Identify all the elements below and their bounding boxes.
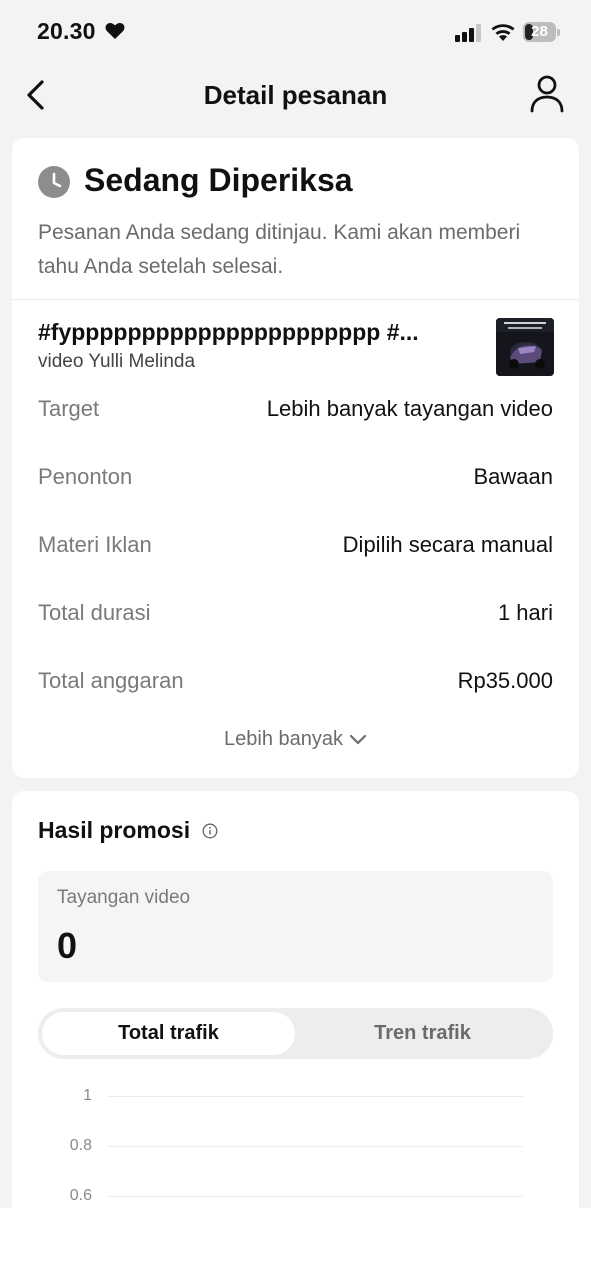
order-status-title: Sedang Diperiksa	[84, 162, 353, 198]
metric-label: Tayangan video	[57, 887, 191, 908]
navigation-bar: Detail pesanan	[0, 62, 591, 128]
wifi-icon	[491, 24, 515, 41]
y-tick-label: 1	[83, 1087, 92, 1104]
detail-value: Dipilih secara manual	[342, 532, 553, 557]
detail-row-ad-material: Materi Iklan Dipilih secara manual	[38, 532, 553, 562]
video-author: video Yulli Melinda	[38, 351, 196, 372]
order-card: Sedang Diperiksa Pesanan Anda sedang dit…	[12, 138, 579, 778]
detail-value: Lebih banyak tayangan video	[266, 396, 553, 421]
bottom-area	[0, 1208, 591, 1280]
status-time: 20.30	[37, 18, 96, 44]
detail-label: Materi Iklan	[38, 532, 152, 557]
heart-icon	[105, 22, 125, 39]
detail-value: Bawaan	[473, 464, 553, 489]
detail-row-duration: Total durasi 1 hari	[38, 600, 553, 630]
order-status-description: Pesanan Anda sedang ditinjau. Kami akan …	[38, 221, 521, 278]
y-tick-label: 0.6	[69, 1187, 92, 1204]
tab-traffic-trend[interactable]: Tren trafik	[296, 1012, 549, 1055]
battery-indicator: 28	[523, 22, 560, 42]
tab-total-traffic[interactable]: Total trafik	[42, 1012, 295, 1055]
video-views-metric: Tayangan video 0	[38, 871, 553, 982]
signal-icon	[455, 24, 481, 42]
person-icon	[530, 75, 564, 113]
profile-button[interactable]	[528, 74, 566, 114]
chevron-down-icon	[349, 734, 367, 744]
grid-line	[108, 1096, 523, 1097]
metric-value: 0	[57, 925, 78, 966]
detail-row-audience: Penonton Bawaan	[38, 464, 553, 494]
show-more-button[interactable]: Lebih banyak	[12, 728, 579, 751]
show-more-label: Lebih banyak	[224, 728, 343, 750]
detail-label: Total durasi	[38, 600, 151, 625]
detail-label: Target	[38, 396, 100, 421]
page-title: Detail pesanan	[203, 80, 388, 110]
detail-value: 1 hari	[497, 600, 553, 625]
detail-row-budget: Total anggaran Rp35.000	[38, 668, 553, 698]
grid-line	[108, 1196, 523, 1197]
video-title: #fypppppppppppppppppppppp #...	[38, 319, 419, 345]
detail-row-target: Target Lebih banyak tayangan video	[38, 396, 553, 426]
results-title: Hasil promosi	[38, 817, 191, 843]
grid-line	[108, 1146, 523, 1147]
detail-value: Rp35.000	[457, 668, 553, 693]
clock-icon	[38, 166, 70, 198]
info-icon[interactable]	[202, 823, 218, 839]
battery-level: 28	[531, 23, 548, 40]
status-bar: 20.30 28	[0, 0, 591, 62]
detail-label: Penonton	[38, 464, 133, 489]
traffic-tabs: Total trafik Tren trafik	[38, 1008, 553, 1059]
divider	[12, 299, 579, 300]
y-tick-label: 0.8	[69, 1137, 92, 1154]
detail-label: Total anggaran	[38, 668, 184, 693]
video-thumbnail[interactable]	[496, 318, 554, 376]
promotion-results-card: Hasil promosi Tayangan video 0 Total tra…	[12, 791, 579, 1280]
